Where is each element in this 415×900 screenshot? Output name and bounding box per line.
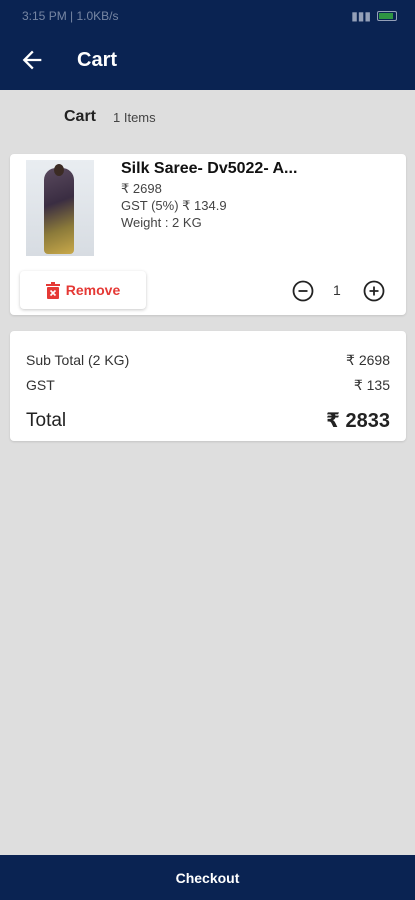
gst-label: GST — [26, 377, 55, 393]
product-price: ₹ 2698 — [121, 181, 162, 196]
total-value: ₹ 2833 — [326, 410, 390, 432]
cart-heading: Cart — [64, 108, 97, 125]
checkout-button[interactable]: Checkout — [0, 855, 415, 900]
total-label: Total — [26, 410, 67, 431]
remove-button[interactable]: Remove — [20, 271, 146, 309]
product-gst: GST (5%) ₹ 134.9 — [121, 198, 227, 213]
order-summary-card: Sub Total (2 KG) ₹ 2698 GST ₹ 135 Total … — [10, 331, 406, 441]
decrease-quantity-icon[interactable] — [292, 280, 314, 302]
trash-icon — [45, 281, 60, 299]
status-time: 3:15 PM | 1.0KB/s — [22, 9, 119, 23]
cart-item-count: 1 Items — [113, 110, 156, 125]
app-bar: Cart — [0, 32, 415, 90]
status-icons: ▮▮▮ — [351, 9, 397, 23]
cart-item-card: Silk Saree- Dv5022- A... ₹ 2698 GST (5%)… — [10, 154, 406, 315]
battery-icon — [377, 11, 397, 21]
model-head — [54, 164, 64, 176]
checkout-label: Checkout — [175, 869, 240, 886]
back-arrow-icon[interactable] — [18, 46, 46, 74]
increase-quantity-icon[interactable] — [363, 280, 385, 302]
signal-icon: ▮▮▮ — [351, 9, 371, 23]
gst-value: ₹ 135 — [353, 377, 390, 393]
subtotal-label: Sub Total (2 KG) — [26, 352, 130, 368]
saree-figure — [44, 168, 74, 254]
product-weight: Weight : 2 KG — [121, 215, 202, 230]
remove-label: Remove — [65, 282, 121, 298]
product-image[interactable] — [26, 160, 94, 256]
quantity-value: 1 — [333, 282, 341, 298]
page-title: Cart — [77, 49, 118, 71]
status-bar: 3:15 PM | 1.0KB/s ▮▮▮ — [0, 0, 415, 32]
product-name[interactable]: Silk Saree- Dv5022- A... — [121, 160, 297, 178]
subtotal-value: ₹ 2698 — [346, 352, 390, 368]
